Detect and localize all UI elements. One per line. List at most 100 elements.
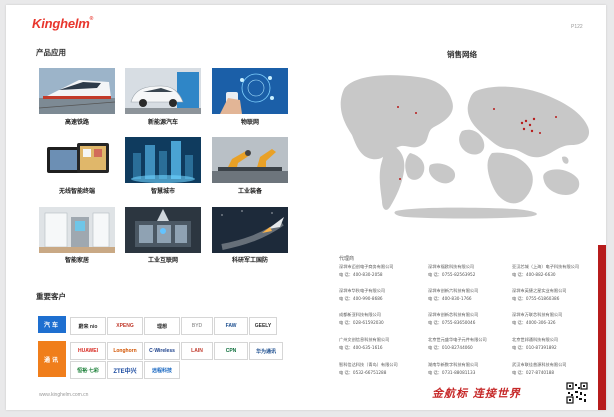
agent-name: 成都新亚科技有限公司	[339, 312, 381, 317]
customer-logo: 恒裕·七彩	[70, 361, 106, 379]
agents-title: 代理商	[339, 256, 355, 262]
customers-title: 重要客户	[36, 292, 66, 301]
agent-entry: 深圳市万联芯科技有限公司 电 话：4000-306-326	[512, 311, 594, 327]
customer-logo: CPN	[214, 342, 248, 360]
brand-logo: Kinghelm®	[32, 16, 94, 31]
decorative-red-bar	[598, 245, 606, 410]
agent-phone-label: 电 话：	[512, 345, 526, 350]
agent-name: 智科信达科技（青岛）有限公司	[339, 362, 398, 367]
agent-phone-label: 电 话：	[339, 345, 353, 350]
agent-phone-label: 电 话：	[428, 296, 442, 301]
agent-phone-label: 电 话：	[339, 296, 353, 301]
customer-logo: ZTE中兴	[107, 361, 143, 379]
agent-entry: 深圳市华秋电子有限公司 电 话：400-990-8686	[339, 287, 421, 303]
agent-name: 深圳市华秋电子有限公司	[339, 288, 386, 293]
agent-name: 深圳市福欧科技有限公司	[428, 264, 475, 269]
brand-slogan: 金航标 连接世界	[432, 387, 521, 400]
agent-phone: 010-87391892	[525, 345, 557, 350]
application-label: 物联网	[240, 119, 259, 126]
world-map-icon	[340, 75, 590, 219]
customer-logo: 理想	[144, 317, 180, 335]
agent-phone: 0755-83650046	[441, 320, 476, 325]
iot-hand-icon	[212, 68, 288, 114]
applications-title: 产品应用	[36, 48, 66, 57]
agent-name: 深圳市迈创电子商务有限公司	[339, 264, 394, 269]
agent-entry: 北京世邦通科技有限公司 电 话：010-87391892	[512, 336, 594, 352]
agent-name: 武汉市联佳普源科技有限公司	[512, 362, 567, 367]
agent-phone-label: 电 话：	[512, 320, 526, 325]
agent-entry: 武汉市联佳普源科技有限公司 电 话：027-8740188	[512, 361, 594, 377]
page-number: P122	[571, 24, 583, 30]
smart-city-icon	[125, 137, 201, 183]
ev-car-icon	[125, 68, 201, 114]
agent-name: 广州文创信息科技有限公司	[339, 337, 390, 342]
agent-entry: 北京世元盛华电子元件有限公司 电 话：010-82744060	[428, 336, 510, 352]
catalog-page: Kinghelm® P122 产品应用 高速铁路 新能源汽车 物联网 无线智能终…	[6, 5, 606, 410]
application-label: 无线智能终端	[58, 188, 95, 195]
application-label: 智慧城市	[150, 188, 175, 195]
agent-phone: 0731-88081133	[441, 370, 476, 375]
telecom-customers-label: 通讯	[38, 341, 66, 377]
agent-phone-label: 电 话：	[339, 272, 353, 277]
agent-phone-label: 电 话：	[512, 272, 526, 277]
application-label: 工业互联网	[147, 257, 178, 264]
agent-name: 深圳市创新六科技有限公司	[428, 288, 479, 293]
customer-logo: Longhorn	[107, 342, 143, 360]
agent-phone: 0755-61860386	[525, 296, 560, 301]
industrial-internet-icon	[125, 207, 201, 253]
website-url: www.kinghelm.com.cn	[39, 392, 89, 398]
application-label: 科研军工国防	[231, 257, 268, 264]
qr-code-icon	[566, 382, 588, 404]
agent-entry: 智科信达科技（青岛）有限公司 电 话：0532-66751288	[339, 361, 421, 377]
customer-logo: BYD	[181, 317, 213, 335]
agent-phone: 4000-306-326	[525, 320, 556, 325]
customer-logo: LAIN	[181, 342, 213, 360]
network-title: 销售网络	[447, 50, 477, 59]
agent-phone-label: 电 话：	[428, 370, 442, 375]
agent-entry: 亚汉芯城（上海）电子科技有限公司 电 话：400-882-6630	[512, 263, 594, 279]
agent-entry: 湖南华新数字科技有限公司 电 话：0731-88081133	[428, 361, 510, 377]
agent-phone-label: 电 话：	[428, 345, 442, 350]
agent-entry: 深圳市英捷之星实业有限公司 电 话：0755-61860386	[512, 287, 594, 303]
agent-entry: 成都新亚科技有限公司 电 话：028-61592030	[339, 311, 421, 327]
application-label: 智能家居	[64, 257, 89, 264]
agent-entry: 深圳市福欧科技有限公司 电 话：0755-82563952	[428, 263, 510, 279]
auto-customers-label: 汽车	[38, 316, 66, 333]
agent-phone-label: 电 话：	[428, 272, 442, 277]
agent-name: 深圳市英捷之星实业有限公司	[512, 288, 567, 293]
agent-phone: 400-830-2058	[352, 272, 383, 277]
rocket-launch-icon	[212, 207, 288, 253]
customer-logo: HUAWEI	[70, 342, 106, 360]
application-label: 高速铁路	[64, 119, 89, 126]
agent-name: 深圳市创新芯科技有限公司	[428, 312, 479, 317]
application-label: 工业装备	[237, 188, 262, 195]
agent-name: 湖南华新数字科技有限公司	[428, 362, 479, 367]
customer-logo: GEELY	[249, 317, 277, 335]
customer-logo: C·Wireless	[144, 342, 180, 360]
agent-entry: 深圳市迈创电子商务有限公司 电 话：400-830-2058	[339, 263, 421, 279]
customer-logo: 华为通讯	[249, 342, 283, 360]
agent-name: 亚汉芯城（上海）电子科技有限公司	[512, 264, 580, 269]
agent-entry: 深圳市创新六科技有限公司 电 话：400-830-1766	[428, 287, 510, 303]
agent-name: 深圳市万联芯科技有限公司	[512, 312, 563, 317]
agent-name: 北京世邦通科技有限公司	[512, 337, 559, 342]
agent-phone: 400-882-6630	[525, 272, 556, 277]
agent-phone: 010-82744060	[441, 345, 473, 350]
agent-phone: 027-8740188	[525, 370, 555, 375]
customer-logo: XPENG	[107, 317, 143, 335]
agent-phone: 400-635-1616	[352, 345, 383, 350]
agent-phone-label: 电 话：	[512, 370, 526, 375]
agent-phone: 028-61592030	[352, 320, 384, 325]
smart-home-icon	[39, 207, 115, 253]
agent-phone-label: 电 话：	[512, 296, 526, 301]
agent-phone: 0755-82563952	[441, 272, 476, 277]
customer-logo: FAW	[214, 317, 248, 335]
high-speed-train-icon	[39, 68, 115, 114]
agent-name: 北京世元盛华电子元件有限公司	[428, 337, 487, 342]
agent-phone-label: 电 话：	[428, 320, 442, 325]
customer-logo: 远程科技	[144, 361, 180, 379]
customer-logo: 蔚来 nio	[70, 317, 106, 335]
agent-phone-label: 电 话：	[339, 320, 353, 325]
agent-phone: 0532-66751288	[352, 370, 387, 375]
agent-entry: 广州文创信息科技有限公司 电 话：400-635-1616	[339, 336, 421, 352]
